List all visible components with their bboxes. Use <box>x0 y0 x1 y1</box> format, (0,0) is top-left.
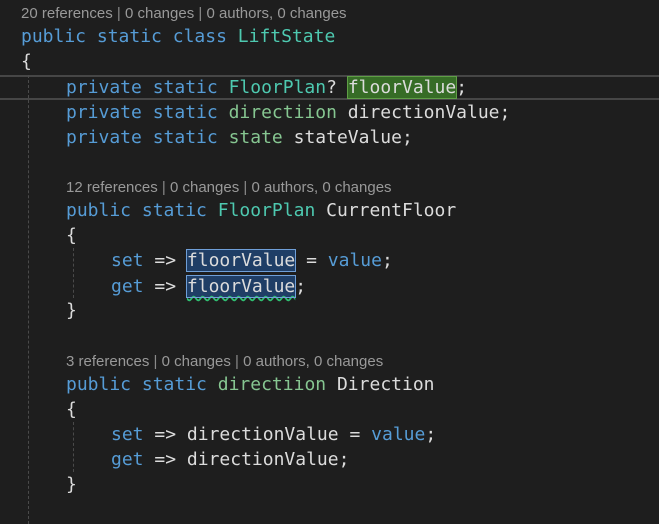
code-line-open-brace[interactable]: { <box>0 49 659 74</box>
property-name: Direction <box>336 374 435 395</box>
field-name: directionValue <box>347 102 500 123</box>
keyword: class <box>172 26 227 47</box>
keyword: get <box>111 449 144 470</box>
keyword: public <box>21 26 87 47</box>
code-line-open-brace[interactable]: { <box>0 223 659 248</box>
semicolon: ; <box>499 102 511 123</box>
codelens-current-floor: 12 references | 0 changes | 0 authors, 0… <box>66 179 392 196</box>
arrow-operator: => <box>154 276 177 297</box>
code-line-floor-setter[interactable]: set => floorValue = value; <box>0 248 659 273</box>
keyword: value <box>327 250 382 271</box>
code-line-close-brace[interactable]: } <box>0 472 659 497</box>
arrow-operator: => <box>154 250 177 271</box>
field-reference-highlighted: floorValue <box>185 275 297 298</box>
brace: } <box>66 300 77 321</box>
code-line-direction-getter[interactable]: get => directionValue; <box>0 447 659 472</box>
brace: { <box>66 399 77 420</box>
brace: } <box>66 474 77 495</box>
semicolon: ; <box>401 127 413 148</box>
keyword: public <box>66 374 132 395</box>
code-line-direction-property[interactable]: public static directiion Direction <box>0 372 659 397</box>
type-name: directiion <box>228 102 337 123</box>
code-line-open-brace[interactable]: { <box>0 397 659 422</box>
type-name: FloorPlan <box>228 77 327 98</box>
codelens-references[interactable]: 3 references <box>66 353 149 370</box>
codelens-references[interactable]: 20 references <box>21 5 113 22</box>
keyword: private <box>66 127 142 148</box>
semicolon: ; <box>456 77 468 98</box>
codelens-references[interactable]: 12 references <box>66 179 158 196</box>
keyword: static <box>141 374 207 395</box>
type-name: state <box>228 127 283 148</box>
nullable-marker: ? <box>326 77 337 98</box>
codelens-changes[interactable]: 0 changes <box>162 353 231 370</box>
codelens-direction: 3 references | 0 changes | 0 authors, 0 … <box>66 353 384 370</box>
keyword: get <box>111 276 144 297</box>
codelens-authors[interactable]: 0 authors, 0 changes <box>243 353 383 370</box>
keyword: public <box>66 200 132 221</box>
code-line-current-floor-property[interactable]: public static FloorPlan CurrentFloor <box>0 198 659 223</box>
keyword: set <box>111 250 144 271</box>
type-name: FloorPlan <box>217 200 316 221</box>
semicolon: ; <box>338 449 350 470</box>
codelens-changes[interactable]: 0 changes <box>170 179 239 196</box>
semicolon: ; <box>425 424 437 445</box>
keyword: private <box>66 102 142 123</box>
semicolon: ; <box>295 276 307 297</box>
class-name: LiftState <box>237 26 336 47</box>
field-reference: directionValue <box>186 424 339 445</box>
code-editor[interactable]: 20 references | 0 changes | 0 authors, 0… <box>0 0 659 524</box>
property-name: CurrentFloor <box>326 200 457 221</box>
keyword: set <box>111 424 144 445</box>
assign-operator: = <box>349 424 361 445</box>
keyword: static <box>152 77 218 98</box>
assign-operator: = <box>306 250 317 271</box>
codelens-authors[interactable]: 0 authors, 0 changes <box>251 179 391 196</box>
field-name-highlighted: floorValue <box>346 76 458 99</box>
keyword: static <box>152 127 218 148</box>
code-line-class-declaration[interactable]: public static class LiftState <box>0 24 659 49</box>
code-line-state-field[interactable]: private static state stateValue; <box>0 125 659 150</box>
keyword: private <box>66 77 142 98</box>
field-reference-highlighted: floorValue <box>185 249 297 272</box>
code-line-floor-field[interactable]: private static FloorPlan? floorValue; <box>0 75 659 100</box>
keyword: static <box>141 200 207 221</box>
code-line-close-brace[interactable]: } <box>0 298 659 323</box>
keyword: value <box>371 424 426 445</box>
semicolon: ; <box>381 250 393 271</box>
field-name: stateValue <box>293 127 402 148</box>
type-name: directiion <box>217 374 327 395</box>
code-line-floor-getter[interactable]: get => floorValue; <box>0 274 659 299</box>
codelens-authors[interactable]: 0 authors, 0 changes <box>206 5 346 22</box>
codelens-changes[interactable]: 0 changes <box>125 5 194 22</box>
arrow-operator: => <box>154 424 177 445</box>
brace: { <box>66 225 77 246</box>
code-line-direction-field[interactable]: private static directiion directionValue… <box>0 100 659 125</box>
codelens-class: 20 references | 0 changes | 0 authors, 0… <box>21 5 347 22</box>
keyword: static <box>152 102 218 123</box>
arrow-operator: => <box>154 449 177 470</box>
field-reference: directionValue <box>186 449 339 470</box>
code-line-direction-setter[interactable]: set => directionValue = value; <box>0 422 659 447</box>
brace: { <box>21 51 32 72</box>
keyword: static <box>96 26 162 47</box>
